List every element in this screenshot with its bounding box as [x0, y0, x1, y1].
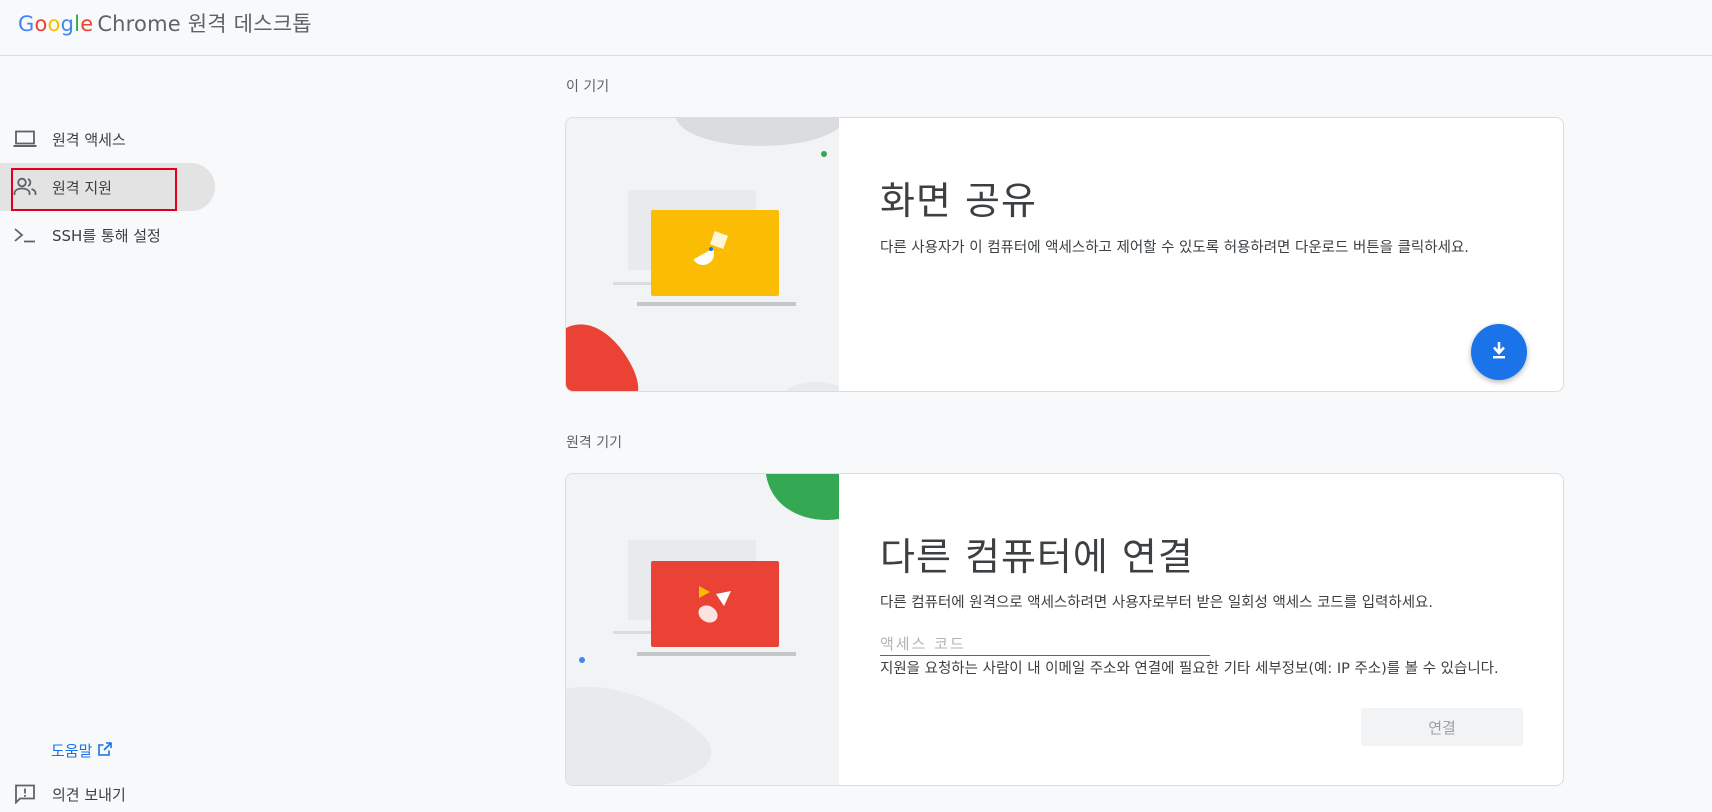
- sidebar: 원격 액세스 원격 지원 SSH를 통해 설정: [0, 56, 230, 812]
- download-button[interactable]: [1471, 324, 1527, 380]
- help-label: 도움말: [51, 742, 93, 760]
- logo-letter: g: [60, 12, 75, 36]
- logo-letter: o: [34, 12, 48, 36]
- app-title-text: Chrome 원격 데스크톱: [97, 12, 312, 36]
- section-title-this-device: 이 기기: [566, 79, 610, 95]
- card-description: 다른 사용자가 이 컴퓨터에 액세스하고 제어할 수 있도록 허용하려면 다운로…: [880, 240, 1469, 256]
- laptop-icon: [12, 129, 38, 149]
- logo-letter: e: [80, 12, 94, 36]
- feedback-icon: [12, 784, 38, 804]
- sidebar-item-remote-support[interactable]: 원격 지원: [0, 163, 215, 211]
- open-in-new-icon: [98, 741, 113, 760]
- connect-card: 다른 컴퓨터에 연결 다른 컴퓨터에 원격으로 액세스하려면 사용자로부터 받은…: [565, 473, 1564, 786]
- sidebar-item-label: 원격 지원: [52, 178, 112, 197]
- top-bar: Google Chrome 원격 데스크톱: [0, 0, 1712, 56]
- help-link[interactable]: 도움말: [51, 740, 113, 761]
- access-code-input[interactable]: [880, 633, 1210, 656]
- card-description: 다른 컴퓨터에 원격으로 액세스하려면 사용자로부터 받은 일회성 액세스 코드…: [880, 595, 1434, 611]
- app-title: Google Chrome 원격 데스크톱: [18, 8, 312, 38]
- sidebar-item-ssh-setup[interactable]: SSH를 통해 설정: [0, 211, 215, 259]
- terminal-icon: [12, 225, 38, 245]
- connect-button[interactable]: 연결: [1361, 708, 1523, 746]
- card-title: 화면 공유: [880, 179, 1037, 223]
- sidebar-item-label: 원격 액세스: [52, 130, 126, 149]
- download-icon: [1490, 340, 1508, 364]
- share-screen-card: 화면 공유 다른 사용자가 이 컴퓨터에 액세스하고 제어할 수 있도록 허용하…: [565, 117, 1564, 392]
- privacy-helper-text: 지원을 요청하는 사람이 내 이메일 주소와 연결에 필요한 기타 세부정보(예…: [880, 661, 1499, 677]
- share-screen-illustration: [566, 118, 839, 391]
- card-title: 다른 컴퓨터에 연결: [880, 535, 1194, 579]
- connect-illustration: [566, 474, 839, 785]
- feedback-button[interactable]: 의견 보내기: [0, 780, 215, 808]
- sidebar-item-remote-access[interactable]: 원격 액세스: [0, 115, 215, 163]
- section-title-remote-device: 원격 기기: [566, 435, 622, 451]
- feedback-label: 의견 보내기: [52, 785, 126, 804]
- sidebar-item-label: SSH를 통해 설정: [52, 226, 161, 245]
- people-icon: [12, 177, 38, 197]
- logo-letter: G: [18, 12, 35, 36]
- logo-letter: o: [47, 12, 61, 36]
